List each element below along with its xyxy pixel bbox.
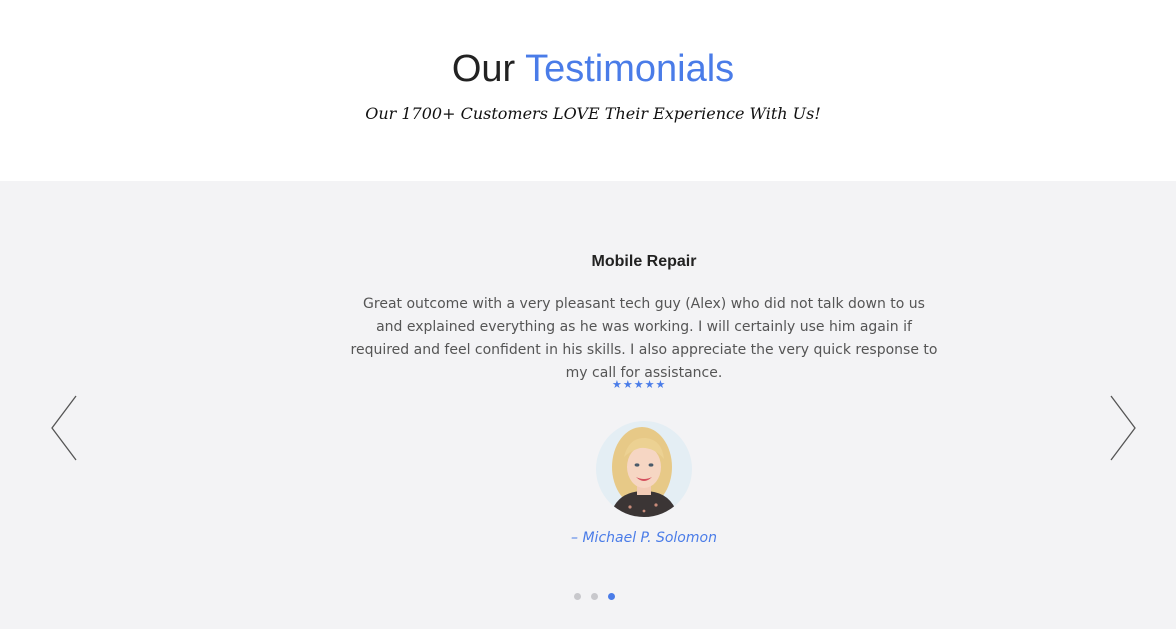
section-title-plain: Our	[451, 48, 516, 90]
star-icon: ★	[612, 379, 622, 391]
carousel-dot-3[interactable]	[608, 593, 615, 600]
section-title-accent: Testimonials	[525, 48, 735, 90]
testimonial-carousel: Mobile Repair Great outcome with a very …	[0, 181, 1176, 629]
testimonial-author: – Michael P. Solomon	[571, 530, 717, 546]
section-subtitle: Our 1700+ Customers LOVE Their Experienc…	[365, 104, 821, 123]
testimonial-service-title: Mobile Repair	[591, 253, 697, 270]
carousel-prev-button[interactable]	[49, 394, 79, 462]
carousel-next-button[interactable]	[1108, 394, 1138, 462]
star-icon: ★	[633, 379, 644, 391]
chevron-right-icon	[1110, 395, 1136, 461]
customer-photo	[596, 421, 692, 517]
star-icon: ★	[622, 379, 633, 391]
testimonial-quote: Great outcome with a very pleasant tech …	[350, 296, 938, 381]
carousel-pagination	[574, 593, 615, 600]
star-icon: ★	[644, 379, 655, 391]
testimonials-header: Our Testimonials Our 1700+ Customers LOV…	[0, 0, 1176, 181]
section-title: Our Testimonials	[0, 44, 1176, 94]
carousel-dot-1[interactable]	[574, 593, 581, 600]
star-icon: ★	[655, 379, 666, 391]
rating-stars: ★ ★ ★ ★ ★	[612, 378, 676, 392]
carousel-dot-2[interactable]	[591, 593, 598, 600]
customer-avatar	[596, 421, 692, 517]
chevron-left-icon	[51, 395, 77, 461]
